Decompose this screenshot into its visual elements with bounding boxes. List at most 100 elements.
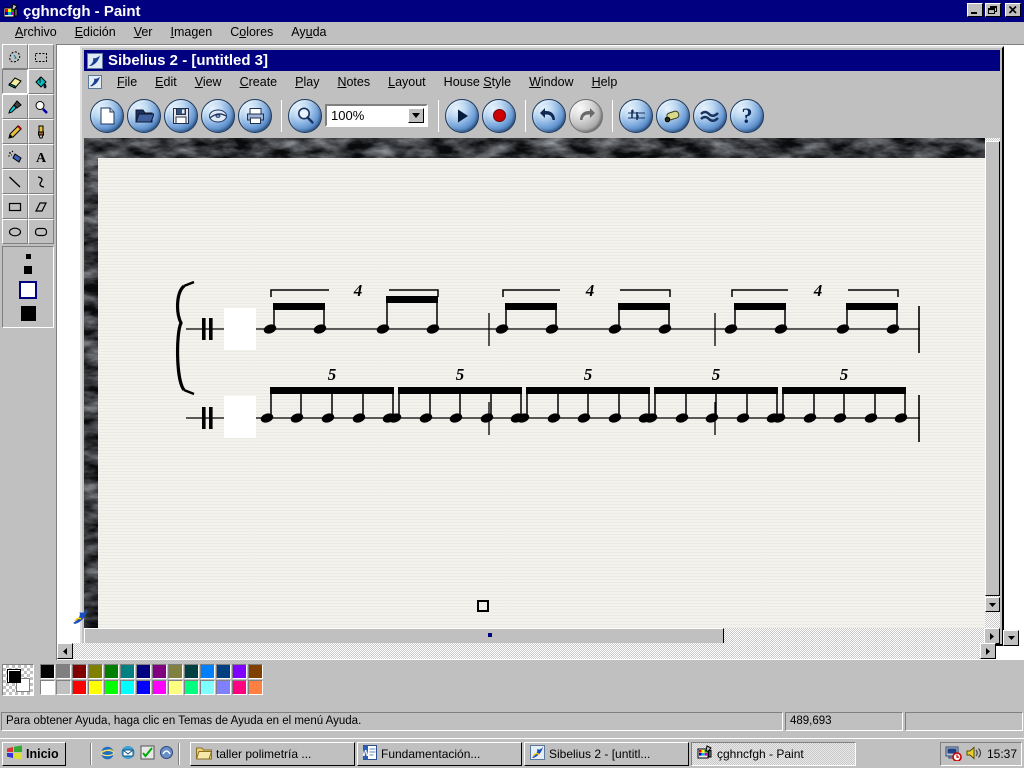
paint-vscroll-down-button[interactable] bbox=[1003, 630, 1019, 646]
palette-grid[interactable] bbox=[40, 664, 263, 695]
task-fundamentacion[interactable]: W Fundamentación... bbox=[357, 742, 522, 766]
zoom-dropdown-arrow[interactable] bbox=[408, 108, 424, 123]
paint-hscroll-right-button[interactable] bbox=[980, 643, 996, 659]
rounded-rectangle-tool[interactable] bbox=[28, 219, 54, 244]
palette-color-swatch[interactable] bbox=[184, 664, 199, 679]
magnifier-tool[interactable] bbox=[28, 94, 54, 119]
internet-explorer-icon[interactable] bbox=[99, 745, 116, 764]
paint-minimize-button[interactable] bbox=[967, 3, 983, 17]
sibelius-menu-file[interactable]: File bbox=[108, 73, 146, 91]
hscroll-right-button[interactable] bbox=[984, 628, 1000, 644]
record-flexitime-button[interactable] bbox=[482, 98, 516, 133]
paint-menu-archivo[interactable]: Archivo bbox=[6, 23, 66, 41]
save-score-button[interactable] bbox=[164, 98, 198, 133]
palette-color-swatch[interactable] bbox=[40, 680, 55, 695]
eraser-size-small[interactable] bbox=[25, 253, 31, 259]
score-paper[interactable]: 4 4 4 5 5 5 5 5 bbox=[98, 158, 985, 628]
brush-tool[interactable] bbox=[28, 119, 54, 144]
palette-color-swatch[interactable] bbox=[136, 680, 151, 695]
airbrush-tool[interactable] bbox=[2, 144, 28, 169]
play-button[interactable] bbox=[445, 98, 479, 133]
polygon-tool[interactable] bbox=[28, 194, 54, 219]
palette-color-swatch[interactable] bbox=[168, 664, 183, 679]
palette-color-swatch[interactable] bbox=[168, 680, 183, 695]
channels-icon[interactable] bbox=[159, 745, 174, 763]
paint-menu-ver[interactable]: Ver bbox=[125, 23, 162, 41]
scheduler-icon[interactable] bbox=[945, 745, 962, 764]
score-minimized-icon[interactable] bbox=[71, 608, 89, 626]
sibelius-menu-window[interactable]: Window bbox=[520, 73, 582, 91]
keypad-button[interactable] bbox=[619, 98, 653, 133]
paint-menu-edicion[interactable]: Edición bbox=[66, 23, 125, 41]
paint-menu-imagen[interactable]: Imagen bbox=[161, 23, 221, 41]
score-vertical-scrollbar[interactable] bbox=[985, 138, 1000, 628]
ellipse-tool[interactable] bbox=[2, 219, 28, 244]
fill-tool[interactable] bbox=[28, 69, 54, 94]
sibelius-menu-create[interactable]: Create bbox=[231, 73, 287, 91]
eraser-size-medium[interactable] bbox=[24, 265, 32, 274]
volume-icon[interactable] bbox=[966, 745, 983, 763]
export-graphic-button[interactable] bbox=[201, 98, 235, 133]
paint-close-button[interactable] bbox=[1005, 3, 1021, 17]
text-tool[interactable]: A bbox=[28, 144, 54, 169]
task-paint[interactable]: çghncfgh - Paint bbox=[691, 742, 856, 766]
palette-color-swatch[interactable] bbox=[120, 664, 135, 679]
outlook-express-icon[interactable] bbox=[120, 745, 136, 763]
palette-color-swatch[interactable] bbox=[56, 664, 71, 679]
palette-color-swatch[interactable] bbox=[152, 680, 167, 695]
palette-color-swatch[interactable] bbox=[88, 664, 103, 679]
music-notation[interactable]: 4 4 4 5 5 5 5 5 bbox=[98, 158, 985, 628]
sibelius-menu-house-style[interactable]: House Style bbox=[435, 73, 520, 91]
sibelius-menu-notes[interactable]: Notes bbox=[328, 73, 379, 91]
pencil-tool[interactable] bbox=[2, 119, 28, 144]
paint-restore-button[interactable] bbox=[985, 3, 1001, 17]
palette-color-swatch[interactable] bbox=[200, 664, 215, 679]
sibelius-menu-view[interactable]: View bbox=[186, 73, 231, 91]
new-score-button[interactable] bbox=[90, 98, 124, 133]
score-horizontal-scrollbar[interactable] bbox=[84, 628, 1000, 644]
palette-color-swatch[interactable] bbox=[216, 664, 231, 679]
foreground-color-swatch[interactable] bbox=[7, 669, 21, 683]
eraser-tool[interactable] bbox=[2, 69, 28, 94]
palette-color-swatch[interactable] bbox=[40, 664, 55, 679]
palette-color-swatch[interactable] bbox=[56, 680, 71, 695]
hscroll-thumb[interactable] bbox=[84, 628, 724, 644]
vscroll-thumb[interactable] bbox=[985, 141, 1000, 596]
palette-color-swatch[interactable] bbox=[232, 664, 247, 679]
eraser-size-large-selected[interactable] bbox=[19, 280, 37, 299]
help-button[interactable]: ? bbox=[730, 98, 764, 133]
palette-color-swatch[interactable] bbox=[248, 664, 263, 679]
paint-menu-ayuda[interactable]: Ayuda bbox=[282, 23, 335, 41]
palette-color-swatch[interactable] bbox=[104, 680, 119, 695]
sibelius-menu-edit[interactable]: Edit bbox=[146, 73, 186, 91]
palette-color-swatch[interactable] bbox=[200, 680, 215, 695]
paint-hscroll-track[interactable] bbox=[73, 643, 980, 659]
eraser-size-xlarge[interactable] bbox=[20, 305, 36, 321]
curve-tool[interactable] bbox=[28, 169, 54, 194]
palette-color-swatch[interactable] bbox=[184, 680, 199, 695]
sibelius-menu-play[interactable]: Play bbox=[286, 73, 328, 91]
kaleidoscope-button[interactable] bbox=[656, 98, 690, 133]
palette-color-swatch[interactable] bbox=[120, 680, 135, 695]
undo-button[interactable] bbox=[532, 98, 566, 133]
palette-color-swatch[interactable] bbox=[216, 680, 231, 695]
sibelius-document-icon[interactable] bbox=[87, 74, 103, 90]
navigator-button[interactable] bbox=[693, 98, 727, 133]
palette-color-swatch[interactable] bbox=[88, 680, 103, 695]
line-tool[interactable] bbox=[2, 169, 28, 194]
task-sibelius[interactable]: Sibelius 2 - [untitl... bbox=[524, 742, 689, 766]
print-button[interactable] bbox=[238, 98, 272, 133]
redo-button[interactable] bbox=[569, 98, 603, 133]
pick-color-tool[interactable] bbox=[2, 94, 28, 119]
palette-color-swatch[interactable] bbox=[232, 680, 247, 695]
sibelius-menu-help[interactable]: Help bbox=[583, 73, 627, 91]
show-desktop-icon[interactable] bbox=[140, 745, 155, 763]
paint-hscroll-left-button[interactable] bbox=[57, 643, 73, 659]
rectangle-select-tool[interactable] bbox=[28, 44, 54, 69]
zoom-combobox[interactable]: 100% bbox=[325, 104, 428, 127]
zoom-button[interactable] bbox=[288, 98, 322, 133]
paint-menu-colores[interactable]: Colores bbox=[221, 23, 282, 41]
palette-color-swatch[interactable] bbox=[104, 664, 119, 679]
open-score-button[interactable] bbox=[127, 98, 161, 133]
sibelius-menu-layout[interactable]: Layout bbox=[379, 73, 435, 91]
